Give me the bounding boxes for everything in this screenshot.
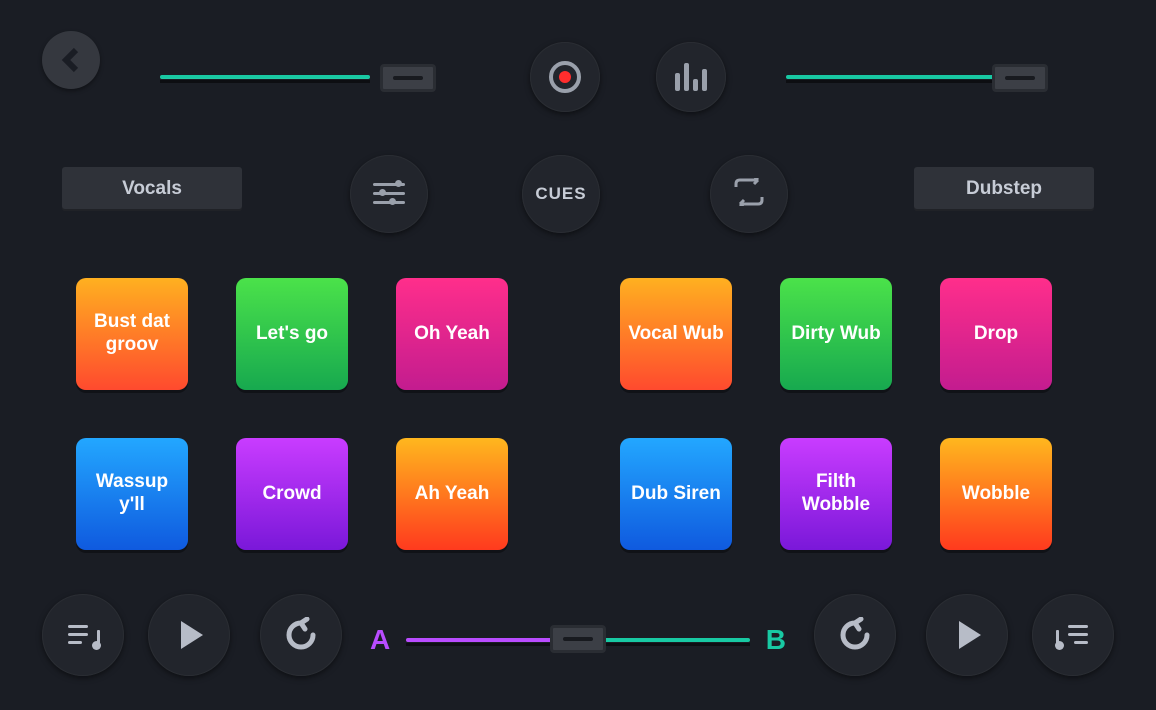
undo-b-button[interactable] — [814, 594, 896, 676]
sample-pad[interactable]: Crowd — [236, 438, 348, 550]
play-icon — [959, 621, 981, 649]
record-button[interactable] — [530, 42, 600, 112]
fx-settings-button[interactable] — [350, 155, 428, 233]
mixer-button[interactable] — [656, 42, 726, 112]
sliders-icon — [373, 181, 405, 207]
sample-pad[interactable]: Let's go — [236, 278, 348, 390]
sample-pad[interactable]: Wassup y'll — [76, 438, 188, 550]
crossfader-handle[interactable] — [550, 625, 606, 653]
sample-pad[interactable]: Bust dat groov — [76, 278, 188, 390]
pad-bank-b: Vocal Wub Dirty Wub Drop Dub Siren Filth… — [620, 278, 1052, 550]
tracklist-icon — [68, 622, 98, 648]
sample-pad[interactable]: Ah Yeah — [396, 438, 508, 550]
sample-pad[interactable]: Oh Yeah — [396, 278, 508, 390]
tempo-slider-a-track[interactable] — [160, 75, 370, 79]
sample-pad[interactable]: Wobble — [940, 438, 1052, 550]
crossfader[interactable]: A B — [370, 620, 786, 660]
deck-b-label: B — [766, 624, 786, 656]
sample-pad[interactable]: Drop — [940, 278, 1052, 390]
play-a-button[interactable] — [148, 594, 230, 676]
tracklist-a-button[interactable] — [42, 594, 124, 676]
play-b-button[interactable] — [926, 594, 1008, 676]
tempo-slider-b-track[interactable] — [786, 75, 996, 79]
undo-icon — [283, 617, 319, 653]
bank-controls-row: Vocals CUES Dubstep — [0, 155, 1156, 225]
pad-bank-a: Bust dat groov Let's go Oh Yeah Wassup y… — [76, 278, 508, 550]
chevron-left-icon — [60, 46, 82, 74]
deck-a-label: A — [370, 624, 390, 656]
crossfader-track[interactable] — [406, 637, 750, 643]
bank-a-label[interactable]: Vocals — [62, 167, 242, 211]
play-icon — [181, 621, 203, 649]
record-icon — [549, 61, 581, 93]
pads-area: Bust dat groov Let's go Oh Yeah Wassup y… — [76, 278, 1080, 550]
tracklist-b-button[interactable] — [1032, 594, 1114, 676]
loop-icon — [732, 178, 766, 211]
bank-b-label[interactable]: Dubstep — [914, 167, 1094, 211]
sample-pad[interactable]: Vocal Wub — [620, 278, 732, 390]
tempo-slider-a-handle[interactable] — [380, 64, 436, 92]
sample-pad[interactable]: Dub Siren — [620, 438, 732, 550]
equalizer-icon — [675, 63, 707, 91]
undo-icon — [837, 617, 873, 653]
loop-button[interactable] — [710, 155, 788, 233]
tempo-slider-b-handle[interactable] — [992, 64, 1048, 92]
undo-a-button[interactable] — [260, 594, 342, 676]
sample-pad[interactable]: Filth Wobble — [780, 438, 892, 550]
cues-button[interactable]: CUES — [522, 155, 600, 233]
top-bar — [0, 20, 1156, 100]
back-button[interactable] — [42, 31, 100, 89]
sample-pad[interactable]: Dirty Wub — [780, 278, 892, 390]
transport-row: A B — [0, 590, 1156, 690]
tracklist-icon — [1058, 622, 1088, 648]
